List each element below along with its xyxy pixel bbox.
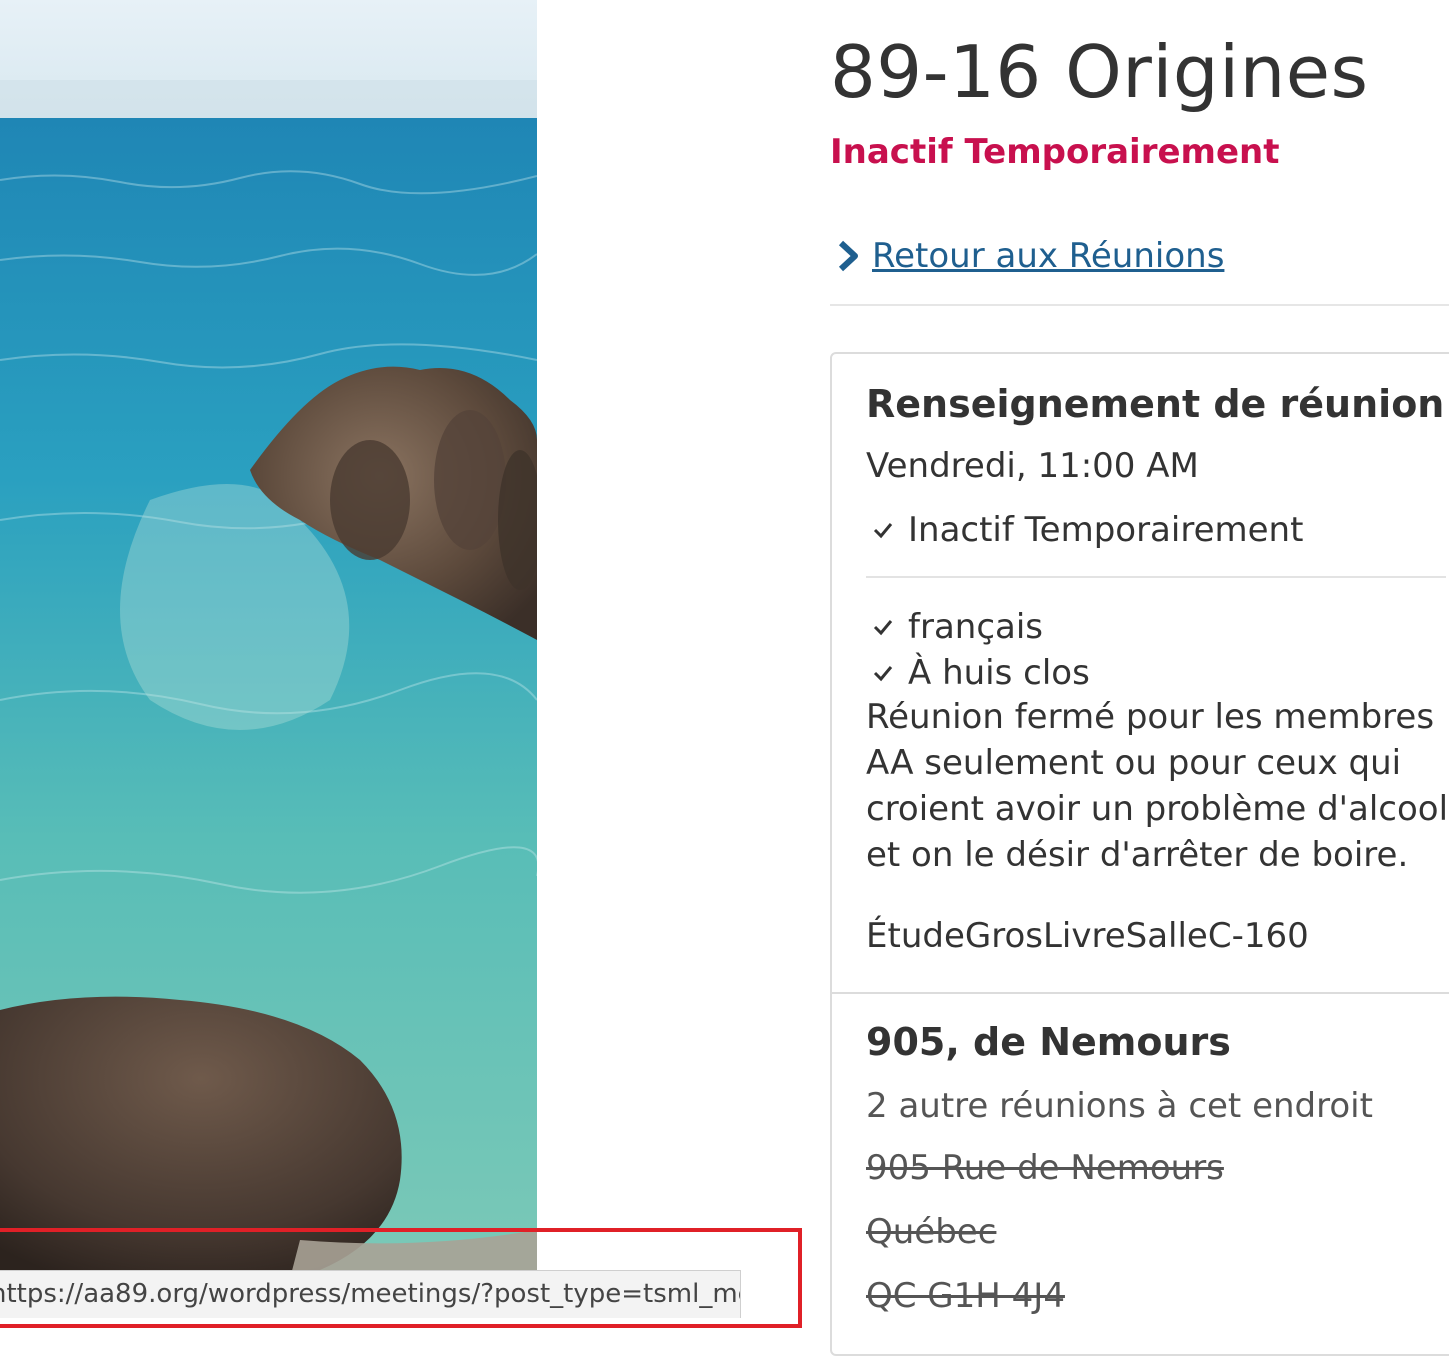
divider [830,304,1449,306]
other-meetings-link[interactable]: 2 autre réunions à cet endroit [866,1086,1373,1126]
section-divider [866,576,1446,578]
page-title: 89-16 Origines [830,30,1369,114]
panel-divider [832,992,1449,994]
meeting-notes: ÉtudeGrosLivreSalleC-160 [866,916,1309,956]
meeting-type-item: français [866,604,1090,650]
meeting-type-description: Réunion fermé pour les membres AA seulem… [866,697,1449,875]
header-photo [0,0,537,1317]
check-icon [873,523,893,539]
status-check-item: Inactif Temporairement [866,510,1303,550]
meeting-detail: 89-16 Origines Inactif Temporairement Re… [830,0,1449,1356]
meeting-status-label: Inactif Temporairement [830,132,1280,172]
browser-status-bar: https://aa89.org/wordpress/meetings/?pos… [0,1270,741,1318]
status-check-label: Inactif Temporairement [908,510,1304,550]
meeting-info-section: Renseignement de réunion Vendredi, 11:00… [866,382,1448,956]
address-line: 905 Rue de Nemours [866,1148,1224,1188]
meeting-type-item: À huis clos [866,650,1090,696]
meeting-info-panel: Renseignement de réunion Vendredi, 11:00… [830,352,1449,1356]
meeting-type-label: français [908,607,1044,647]
check-icon [873,620,893,636]
location-name: 905, de Nemours [866,1020,1231,1064]
status-url: https://aa89.org/wordpress/meetings/?pos… [0,1279,740,1309]
back-to-meetings-link[interactable]: Retour aux Réunions [836,236,1224,276]
address-line: Québec [866,1212,997,1252]
meeting-day-time: Vendredi, 11:00 AM [866,446,1199,486]
meeting-info-heading: Renseignement de réunion [866,382,1445,426]
location-section: 905, de Nemours 2 autre réunions à cet e… [866,1020,1446,1316]
meeting-types-list: français À huis clos [866,604,1090,696]
chevron-right-icon [838,240,858,272]
meeting-type-label: À huis clos [908,653,1090,693]
back-link-label: Retour aux Réunions [872,236,1225,276]
check-icon [873,666,893,682]
address-line: QC G1H 4J4 [866,1276,1065,1316]
